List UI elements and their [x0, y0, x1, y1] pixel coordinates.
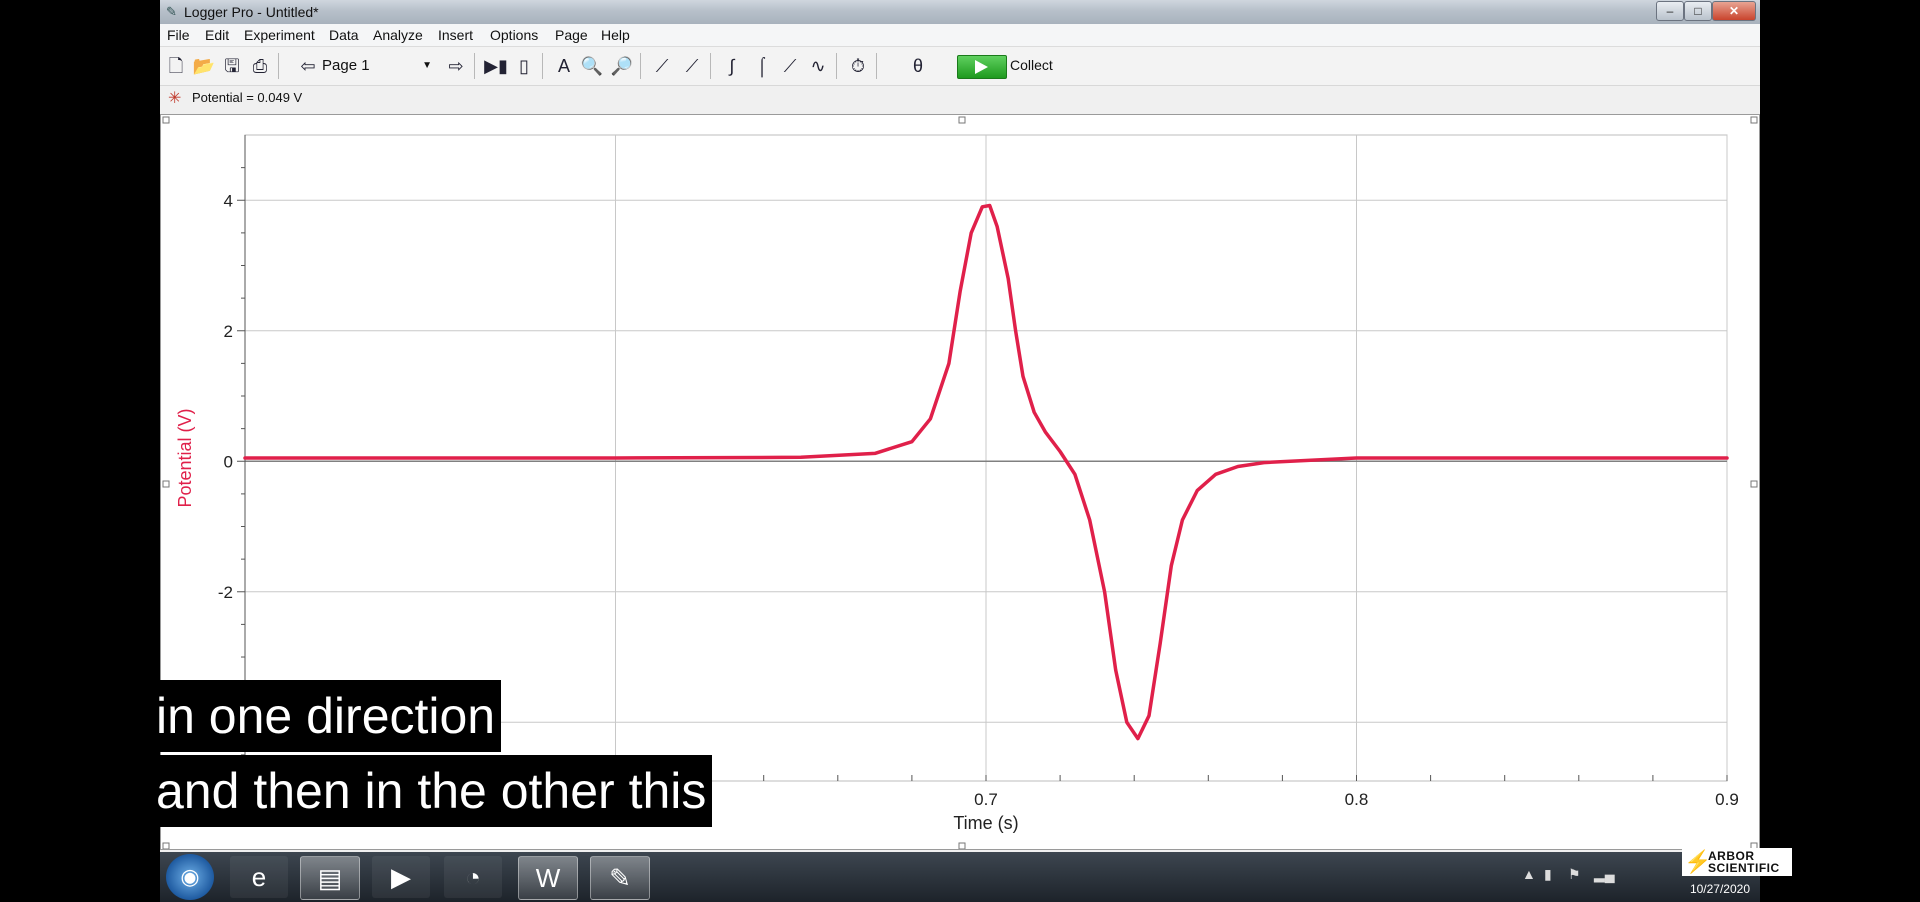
x-tick-label: 0.9	[1715, 790, 1739, 809]
print-icon[interactable]: ⎙	[248, 54, 272, 78]
zoom-in-icon[interactable]: 🔍	[580, 54, 604, 78]
menu-edit[interactable]: Edit	[205, 27, 229, 43]
y-tick-label: 0	[224, 452, 233, 471]
resize-handle	[162, 842, 170, 849]
resize-handle	[958, 116, 966, 124]
open-folder-icon[interactable]: 📂	[192, 54, 216, 78]
clock-date[interactable]: 10/27/2020	[1690, 882, 1750, 896]
maximize-button[interactable]: □	[1684, 1, 1712, 21]
toolbar-divider	[278, 53, 279, 79]
toolbar: 🗋 📂 🖫 ⎙ ⇦ Page 1 ▼ ⇨ ▶▮ ▯ A 🔍 🔎 ⟋ ⟋ ∫ ⌠ …	[160, 47, 1760, 86]
stopwatch-icon[interactable]: ⏱	[846, 54, 870, 78]
previous-page-icon[interactable]: ⇦	[296, 54, 320, 78]
collect-label[interactable]: Collect	[1010, 57, 1053, 73]
window-title: Logger Pro - Untitled*	[184, 4, 319, 20]
power-icon[interactable]: ▮	[1544, 866, 1552, 883]
edge-icon[interactable]: ◔	[444, 856, 502, 898]
x-tick-label: 0.7	[974, 790, 998, 809]
y-tick-label: 4	[224, 191, 233, 210]
menu-page[interactable]: Page	[555, 27, 588, 43]
linear-fit-icon[interactable]: ⟋	[778, 54, 802, 78]
zoom-out-icon[interactable]: 🔎	[610, 54, 634, 78]
toolbar-divider	[640, 53, 641, 79]
toolbar-divider	[836, 53, 837, 79]
resize-handle	[1750, 480, 1758, 488]
sensor-star-icon: ✳	[168, 90, 182, 107]
minimize-button[interactable]: ‒	[1656, 1, 1684, 21]
close-button[interactable]: ✕	[1712, 1, 1756, 21]
menu-help[interactable]: Help	[601, 27, 630, 43]
x-tick-label: 0.8	[1345, 790, 1369, 809]
save-icon[interactable]: 🖫	[220, 54, 244, 78]
arbor-scientific-watermark: ⚡ ARBOR SCIENTIFIC	[1682, 848, 1792, 876]
page-select[interactable]: Page 1 ▼	[322, 55, 434, 77]
resize-handle	[162, 116, 170, 124]
x-axis-label: Time (s)	[953, 813, 1018, 833]
windows-taskbar: ◉ e ▤ ▶ ◔ W ✎ ▲ ▮ ⚑ ▂▄ 1 10/27/2020	[160, 852, 1760, 902]
autoscale-icon[interactable]: A	[552, 54, 576, 78]
y-tick-label: 2	[224, 322, 233, 341]
resize-handle	[162, 480, 170, 488]
resize-handle	[958, 842, 966, 849]
toolbar-divider	[710, 53, 711, 79]
sensor-icon[interactable]: ▯	[512, 54, 536, 78]
menu-experiment[interactable]: Experiment	[244, 27, 315, 43]
media-player-icon[interactable]: ▶	[372, 856, 430, 898]
new-file-icon[interactable]: 🗋	[164, 54, 188, 78]
curve-fit-icon[interactable]: ∿	[806, 54, 830, 78]
network-signal-icon[interactable]: ▂▄	[1594, 866, 1615, 883]
examine-icon[interactable]: ⟋	[650, 54, 674, 78]
watermark-text: ARBOR SCIENTIFIC	[1708, 849, 1780, 875]
menu-data[interactable]: Data	[329, 27, 359, 43]
start-button[interactable]: ◉	[166, 854, 214, 900]
next-page-icon[interactable]: ⇨	[444, 54, 468, 78]
toolbar-divider	[474, 53, 475, 79]
logger-pro-taskbar-icon[interactable]: ✎	[590, 856, 650, 900]
y-tick-label: -2	[218, 583, 233, 602]
word-icon[interactable]: W	[518, 856, 578, 900]
menu-file[interactable]: File	[167, 27, 190, 43]
page-select-value: Page 1	[322, 57, 370, 74]
internet-explorer-icon[interactable]: e	[230, 856, 288, 898]
menu-analyze[interactable]: Analyze	[373, 27, 423, 43]
integral-icon[interactable]: ⌠	[750, 54, 774, 78]
menu-insert[interactable]: Insert	[438, 27, 473, 43]
chevron-down-icon: ▼	[422, 60, 432, 71]
show-hidden-icons-icon[interactable]: ▲	[1522, 866, 1536, 882]
menu-bar: File Edit Experiment Data Analyze Insert…	[160, 24, 1760, 47]
sensor-meter: ✳ Potential = 0.049 V	[160, 86, 1760, 110]
data-browser-icon[interactable]: ▶▮	[484, 54, 508, 78]
statistics-icon[interactable]: ∫	[720, 54, 744, 78]
play-icon	[975, 60, 988, 74]
logger-pro-app-icon: ✎	[166, 4, 177, 19]
resize-handle	[1750, 116, 1758, 124]
toolbar-divider	[876, 53, 877, 79]
collect-button[interactable]	[957, 55, 1007, 79]
y-axis-label: Potential (V)	[175, 408, 195, 507]
file-explorer-icon[interactable]: ▤	[300, 856, 360, 900]
title-bar[interactable]: ✎ Logger Pro - Untitled* ‒ □ ✕	[160, 0, 1760, 24]
data-collection-icon[interactable]: θ	[906, 54, 930, 78]
caption-line-1: in one direction	[152, 680, 502, 752]
tangent-icon[interactable]: ⟋	[680, 54, 704, 78]
potential-reading: Potential = 0.049 V	[192, 90, 303, 105]
toolbar-divider	[542, 53, 543, 79]
action-center-flag-icon[interactable]: ⚑	[1568, 866, 1581, 883]
caption-line-2: and then in the other this	[152, 755, 713, 827]
menu-options[interactable]: Options	[490, 27, 538, 43]
